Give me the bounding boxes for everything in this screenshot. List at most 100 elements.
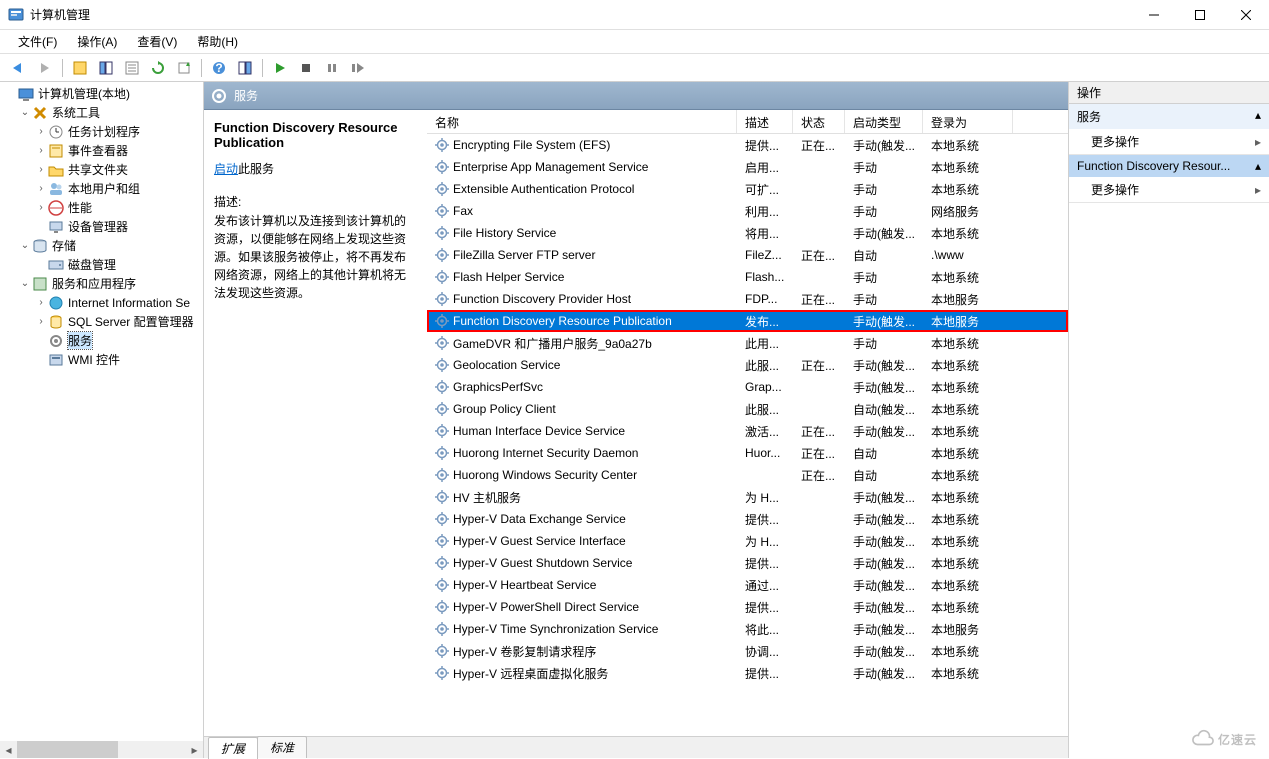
menu-file[interactable]: 文件(F): [8, 30, 67, 53]
service-row[interactable]: Geolocation Service此服...正在...手动(触发...本地系…: [427, 354, 1068, 376]
expander-icon[interactable]: ⌄: [18, 278, 32, 289]
service-name: GameDVR 和广播用户服务_9a0a27b: [453, 335, 652, 352]
tree-task-scheduler[interactable]: › 任务计划程序: [0, 122, 203, 141]
action-more-selected[interactable]: 更多操作 ▸: [1069, 177, 1269, 202]
maximize-button[interactable]: [1177, 0, 1223, 30]
tree-storage[interactable]: ⌄ 存储: [0, 236, 203, 255]
tree-system-tools[interactable]: ⌄ 系统工具: [0, 103, 203, 122]
expander-icon[interactable]: ⌄: [18, 240, 32, 251]
tree-services-apps[interactable]: ⌄ 服务和应用程序: [0, 274, 203, 293]
tree-local-users[interactable]: › 本地用户和组: [0, 179, 203, 198]
service-row[interactable]: File History Service将用...手动(触发...本地系统: [427, 222, 1068, 244]
stop-service-button[interactable]: [294, 57, 318, 79]
cell-start: 手动(触发...: [845, 533, 923, 550]
users-icon: [48, 181, 64, 197]
col-logon[interactable]: 登录为: [923, 110, 1013, 133]
expander-icon[interactable]: ⌄: [18, 107, 32, 118]
col-desc[interactable]: 描述: [737, 110, 793, 133]
disk-icon: [48, 257, 64, 273]
service-row[interactable]: Function Discovery Provider HostFDP...正在…: [427, 288, 1068, 310]
nav-back-button[interactable]: [7, 57, 31, 79]
service-row[interactable]: Group Policy Client此服...自动(触发...本地系统: [427, 398, 1068, 420]
cell-logon: 本地系统: [923, 489, 1013, 506]
cell-start: 手动: [845, 269, 923, 286]
service-name: Huorong Internet Security Daemon: [453, 446, 638, 460]
menu-view[interactable]: 查看(V): [127, 30, 187, 53]
tree-disk-management[interactable]: 磁盘管理: [0, 255, 203, 274]
col-state[interactable]: 状态: [793, 110, 845, 133]
service-row[interactable]: Encrypting File System (EFS)提供...正在...手动…: [427, 134, 1068, 156]
expander-icon[interactable]: ›: [34, 297, 48, 308]
pause-service-button[interactable]: [320, 57, 344, 79]
action-more-services[interactable]: 更多操作 ▸: [1069, 129, 1269, 154]
service-row[interactable]: Function Discovery Resource Publication发…: [427, 310, 1068, 332]
service-row[interactable]: Hyper-V 远程桌面虚拟化服务提供...手动(触发...本地系统: [427, 662, 1068, 684]
action-section-header-selected[interactable]: Function Discovery Resour... ▴: [1069, 155, 1269, 177]
cell-start: 手动(触发...: [845, 555, 923, 572]
service-row[interactable]: Hyper-V Time Synchronization Service将此..…: [427, 618, 1068, 640]
service-row[interactable]: GraphicsPerfSvcGrap...手动(触发...本地系统: [427, 376, 1068, 398]
show-hide-action-button[interactable]: [233, 57, 257, 79]
expander-icon[interactable]: ›: [34, 183, 48, 194]
menu-action[interactable]: 操作(A): [67, 30, 127, 53]
restart-service-button[interactable]: [346, 57, 370, 79]
properties-button[interactable]: [94, 57, 118, 79]
col-start[interactable]: 启动类型: [845, 110, 923, 133]
service-row[interactable]: Hyper-V Data Exchange Service提供...手动(触发.…: [427, 508, 1068, 530]
list-body[interactable]: Encrypting File System (EFS)提供...正在...手动…: [427, 134, 1068, 736]
service-row[interactable]: Hyper-V Guest Service Interface为 H...手动(…: [427, 530, 1068, 552]
tree-pane[interactable]: 计算机管理(本地) ⌄ 系统工具 › 任务计划程序 › 事件查看器 › 共享文件…: [0, 82, 204, 758]
cell-name: GameDVR 和广播用户服务_9a0a27b: [427, 335, 737, 352]
tree-root[interactable]: 计算机管理(本地): [0, 84, 203, 103]
start-service-button[interactable]: [268, 57, 292, 79]
menu-help[interactable]: 帮助(H): [187, 30, 248, 53]
service-row[interactable]: GameDVR 和广播用户服务_9a0a27b此用...手动本地系统: [427, 332, 1068, 354]
expander-icon[interactable]: ›: [34, 126, 48, 137]
action-section-header-services[interactable]: 服务 ▴: [1069, 104, 1269, 129]
service-row[interactable]: Fax利用...手动网络服务: [427, 200, 1068, 222]
start-service-link[interactable]: 启动: [214, 162, 238, 176]
center-header-title: 服务: [234, 87, 258, 104]
scroll-right-icon[interactable]: ▸: [186, 741, 203, 758]
service-row[interactable]: Huorong Internet Security DaemonHuor...正…: [427, 442, 1068, 464]
service-row[interactable]: Hyper-V 卷影复制请求程序协调...手动(触发...本地系统: [427, 640, 1068, 662]
tab-standard[interactable]: 标准: [257, 736, 307, 758]
cell-name: Huorong Internet Security Daemon: [427, 446, 737, 460]
export-list-button[interactable]: [120, 57, 144, 79]
tree-sql-server[interactable]: › SQL Server 配置管理器: [0, 312, 203, 331]
service-row[interactable]: FileZilla Server FTP serverFileZ...正在...…: [427, 244, 1068, 266]
help-button[interactable]: ?: [207, 57, 231, 79]
tab-extended[interactable]: 扩展: [208, 737, 258, 759]
tree-device-manager[interactable]: 设备管理器: [0, 217, 203, 236]
export-button[interactable]: [172, 57, 196, 79]
nav-forward-button[interactable]: [33, 57, 57, 79]
minimize-button[interactable]: [1131, 0, 1177, 30]
close-button[interactable]: [1223, 0, 1269, 30]
tree-performance[interactable]: › 性能: [0, 198, 203, 217]
col-name[interactable]: 名称: [427, 110, 737, 133]
show-hide-tree-button[interactable]: [68, 57, 92, 79]
service-row[interactable]: HV 主机服务为 H...手动(触发...本地系统: [427, 486, 1068, 508]
tree-services[interactable]: 服务: [0, 331, 203, 350]
service-row[interactable]: Hyper-V PowerShell Direct Service提供...手动…: [427, 596, 1068, 618]
scroll-left-icon[interactable]: ◂: [0, 741, 17, 758]
expander-icon[interactable]: ›: [34, 202, 48, 213]
expander-icon[interactable]: ›: [34, 145, 48, 156]
service-row[interactable]: Flash Helper ServiceFlash...手动本地系统: [427, 266, 1068, 288]
service-row[interactable]: Huorong Windows Security Center正在...自动本地…: [427, 464, 1068, 486]
tree-shared-folders[interactable]: › 共享文件夹: [0, 160, 203, 179]
refresh-button[interactable]: [146, 57, 170, 79]
service-row[interactable]: Extensible Authentication Protocol可扩...手…: [427, 178, 1068, 200]
service-row[interactable]: Hyper-V Heartbeat Service通过...手动(触发...本地…: [427, 574, 1068, 596]
center-pane: 服务 Function Discovery Resource Publicati…: [204, 82, 1069, 758]
service-row[interactable]: Enterprise App Management Service启用...手动…: [427, 156, 1068, 178]
expander-icon[interactable]: ›: [34, 164, 48, 175]
expander-icon[interactable]: ›: [34, 316, 48, 327]
tree-wmi[interactable]: WMI 控件: [0, 350, 203, 369]
action-item-label: 更多操作: [1091, 181, 1139, 198]
horizontal-scrollbar[interactable]: ◂ ▸: [0, 741, 203, 758]
service-row[interactable]: Hyper-V Guest Shutdown Service提供...手动(触发…: [427, 552, 1068, 574]
service-row[interactable]: Human Interface Device Service激活...正在...…: [427, 420, 1068, 442]
tree-event-viewer[interactable]: › 事件查看器: [0, 141, 203, 160]
tree-iis[interactable]: › Internet Information Se: [0, 293, 203, 312]
